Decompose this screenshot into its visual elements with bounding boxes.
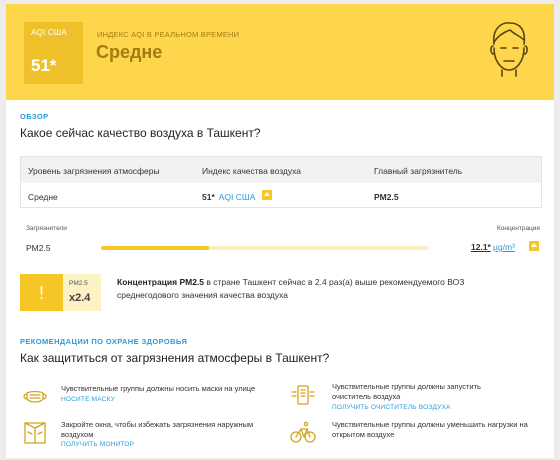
- recommendations-tag: РЕКОМЕНДАЦИИ ПО ОХРАНЕ ЗДОРОВЬЯ: [20, 337, 188, 346]
- aqi-badge: AQI США 51*: [24, 22, 83, 84]
- aqi-us-link[interactable]: AQI США: [219, 192, 256, 202]
- col-header-aqi: Индекс качества воздуха: [202, 166, 302, 176]
- rec-text-window: Закройте окна, чтобы избежать загрязнени…: [61, 420, 254, 439]
- concentration-note: Концентрация PM2.5 в стране Ташкент сейч…: [117, 276, 477, 302]
- realtime-label: ИНДЕКС AQI В РЕАЛЬНОМ ВРЕМЕНИ: [97, 30, 240, 39]
- concentration-header: Концентрация: [497, 225, 540, 232]
- aqi-label: AQI США: [31, 28, 67, 37]
- aqi-header: AQI США 51* ИНДЕКС AQI В РЕАЛЬНОМ ВРЕМЕН…: [6, 4, 554, 100]
- cell-main-pollutant: PM2.5: [374, 192, 399, 202]
- rec-link-purifier[interactable]: ПОЛУЧИТЬ ОЧИСТИТЕЛЬ ВОЗДУХА: [332, 404, 451, 411]
- face-moderate-icon: [490, 22, 528, 77]
- col-header-level: Уровень загрязнения атмосферы: [28, 166, 160, 176]
- aqi-status: Средне: [96, 42, 163, 62]
- arrow-up-icon: [529, 241, 539, 251]
- multiplier-box: PM2.5 x2.4: [63, 274, 101, 311]
- pollutant-level-fill: [101, 246, 210, 250]
- concentration-note-bold: Концентрация PM2.5: [117, 277, 205, 287]
- col-header-pollutant: Главный загрязнитель: [374, 166, 463, 176]
- closed-window-icon: [24, 422, 46, 444]
- multiplier-value: x2.4: [69, 292, 91, 304]
- pollutant-concentration[interactable]: 12.1*: [471, 242, 491, 252]
- mask-icon: [23, 390, 47, 403]
- rec-text-exercise: Чувствительные группы должны уменьшить н…: [332, 420, 528, 439]
- rec-link-monitor[interactable]: ПОЛУЧИТЬ МОНИТОР: [61, 441, 134, 448]
- recommendations-title: Как защититься от загрязнения атмосферы …: [20, 351, 330, 365]
- rec-text-purifier: Чувствительные группы должны запустить о…: [332, 382, 481, 401]
- overview-title: Какое сейчас качество воздуха в Ташкент?: [20, 126, 261, 140]
- exclamation-icon: !: [38, 283, 44, 303]
- warning-badge: !: [20, 274, 63, 311]
- rec-text-mask: Чувствительные группы должны носить маск…: [61, 384, 256, 393]
- aqi-value: 51*: [31, 56, 57, 75]
- pollutants-header: Загрязнители: [26, 225, 67, 232]
- multiplier-pollutant: PM2.5: [69, 280, 88, 287]
- cell-level: Средне: [28, 192, 58, 202]
- arrow-up-icon: [262, 190, 272, 200]
- pollutant-name: PM2.5: [26, 243, 51, 253]
- cell-aqi-value: 51*: [202, 192, 215, 202]
- bicycle-icon: [290, 421, 316, 443]
- overview-tag: ОБЗОР: [20, 112, 49, 121]
- pollutant-level-bar: [101, 246, 429, 250]
- cell-aqi: 51* AQI США: [202, 192, 255, 202]
- rec-link-mask[interactable]: НОСИТЕ МАСКУ: [61, 396, 115, 403]
- air-purifier-icon: [291, 385, 315, 405]
- aqi-card: AQI США 51* ИНДЕКС AQI В РЕАЛЬНОМ ВРЕМЕН…: [6, 4, 554, 458]
- pollutant-unit[interactable]: µg/m³: [493, 242, 515, 252]
- aqi-table: Уровень загрязнения атмосферы Индекс кач…: [20, 156, 542, 208]
